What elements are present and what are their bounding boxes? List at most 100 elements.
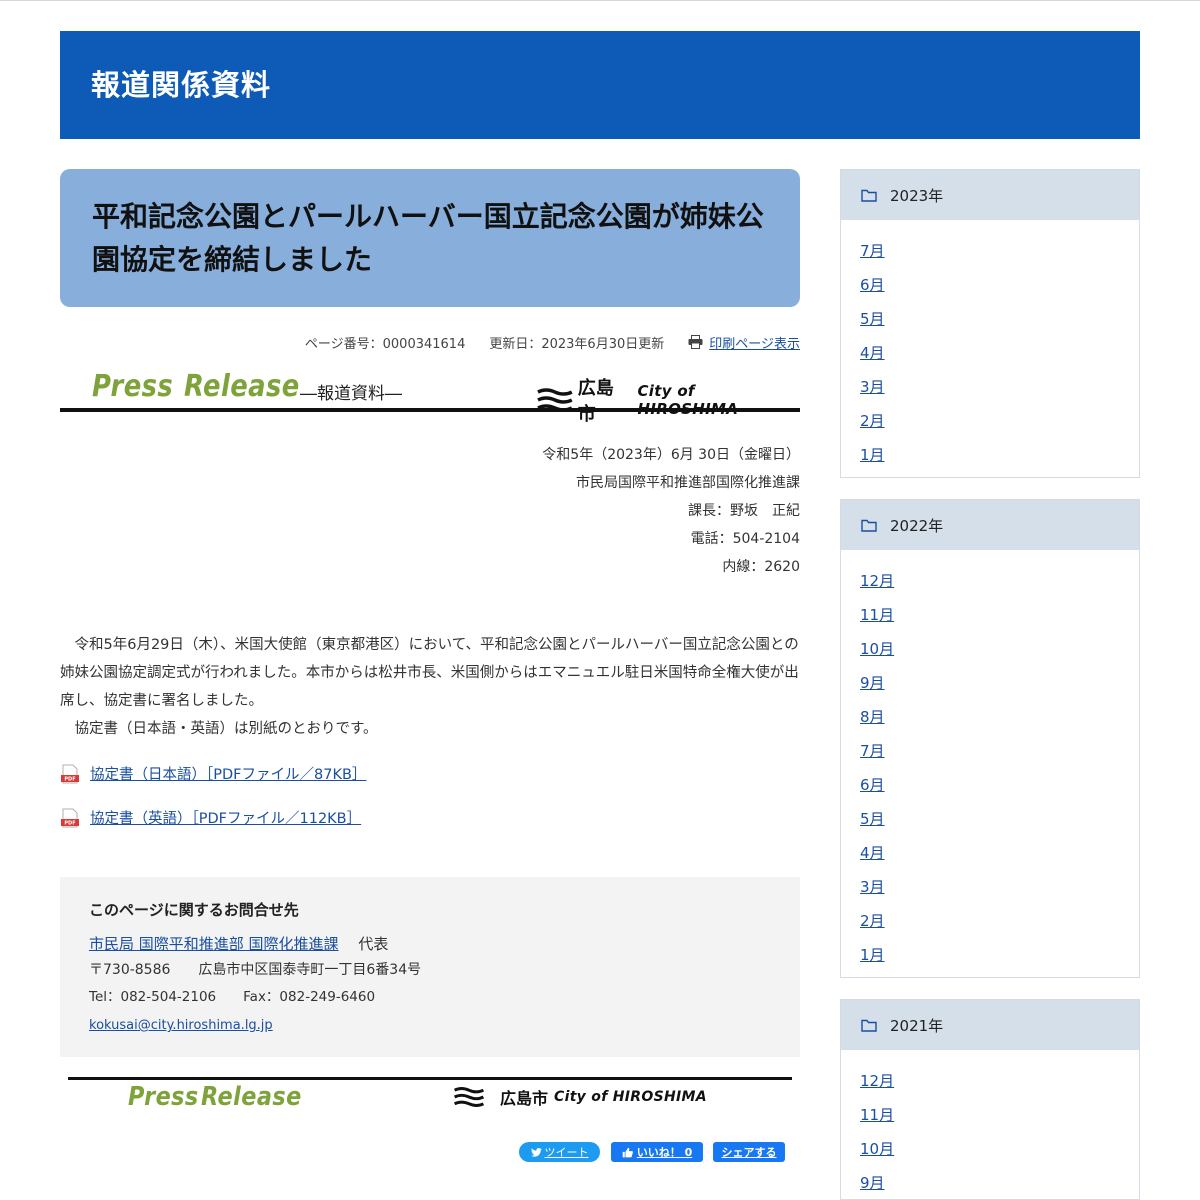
- year-header: 2023年: [841, 170, 1139, 220]
- month-item: 2月: [860, 909, 1139, 943]
- month-link[interactable]: 8月: [860, 708, 885, 726]
- page-number: ページ番号：0000341614: [304, 336, 466, 352]
- month-link[interactable]: 11月: [860, 1106, 894, 1124]
- month-link[interactable]: 2月: [860, 412, 885, 430]
- month-link[interactable]: 3月: [860, 378, 885, 396]
- article-title-box: 平和記念公園とパールハーバー国立記念公園が姉妹公園協定を締結しました: [60, 169, 800, 307]
- contact-tel-fax: Tel：082-504-2106 Fax：082-249-6460: [89, 989, 376, 1005]
- month-link[interactable]: 9月: [860, 674, 885, 692]
- month-item: 2月: [860, 409, 1139, 443]
- month-item: 1月: [860, 443, 1139, 477]
- year-header: 2021年: [841, 1000, 1139, 1050]
- year-box-2021: 2021年 12月 11月 10月 9月: [840, 999, 1140, 1200]
- month-link[interactable]: 7月: [860, 742, 885, 760]
- month-item: 11月: [860, 1103, 1139, 1137]
- pdf-icon: PDF: [61, 764, 79, 783]
- city-mark: 広島市 City of HIROSHIMA: [536, 374, 800, 426]
- city-name-jp: 広島市: [500, 1089, 549, 1108]
- month-item: 5月: [860, 307, 1139, 341]
- month-link[interactable]: 12月: [860, 1072, 894, 1090]
- year-box-2022: 2022年 12月 11月 10月 9月 8月 7月 6月 5月 4月 3月 2…: [840, 499, 1140, 978]
- page-meta: ページ番号：0000341614 更新日：2023年6月30日更新 印刷ページ表…: [305, 332, 800, 352]
- pdf-icon: PDF: [61, 808, 79, 827]
- month-link[interactable]: 11月: [860, 606, 894, 624]
- month-link[interactable]: 1月: [860, 946, 885, 964]
- month-link[interactable]: 4月: [860, 844, 885, 862]
- month-link[interactable]: 5月: [860, 310, 885, 328]
- month-link[interactable]: 7月: [860, 242, 885, 260]
- thumbs-up-icon: [622, 1147, 633, 1157]
- printer-icon[interactable]: [688, 335, 703, 349]
- month-link[interactable]: 5月: [860, 810, 885, 828]
- print-page-link[interactable]: 印刷ページ表示: [709, 333, 800, 352]
- month-item: 7月: [860, 239, 1139, 273]
- month-item: 10月: [860, 637, 1139, 671]
- city-mark: 広島市 City of HIROSHIMA: [452, 1085, 707, 1109]
- year-box-2023: 2023年 7月 6月 5月 4月 3月 2月 1月: [840, 169, 1140, 478]
- folder-icon: [861, 189, 877, 202]
- city-name-en: City of HIROSHIMA: [637, 382, 738, 418]
- sender-phone: 電話：504-2104: [690, 531, 800, 547]
- contact-box: このページに関するお問合せ先 市民局 国際平和推進部 国際化推進課 代表 〒73…: [60, 877, 800, 1057]
- tweet-button[interactable]: ツイート: [519, 1142, 600, 1162]
- month-link[interactable]: 2月: [860, 912, 885, 930]
- attachment-link-english[interactable]: 協定書（英語）［PDFファイル／112KB］: [90, 807, 361, 828]
- site-header: 報道関係資料: [60, 31, 1140, 139]
- hiroshima-city-logo-icon: [453, 1087, 485, 1107]
- attachment-item: PDF 協定書（英語）［PDFファイル／112KB］: [60, 807, 361, 828]
- month-link[interactable]: 1月: [860, 446, 885, 464]
- month-item: 3月: [860, 375, 1139, 409]
- release-word: Release: [184, 369, 300, 404]
- page-category-title: 報道関係資料: [91, 68, 272, 102]
- facebook-share-button[interactable]: シェアする: [713, 1142, 785, 1162]
- twitter-bird-icon: [530, 1147, 542, 1157]
- contact-department-link[interactable]: 市民局 国際平和推進部 国際化推進課: [89, 935, 339, 953]
- press-word: Press: [128, 1082, 199, 1112]
- tweet-label: ツイート: [544, 1146, 589, 1159]
- month-link[interactable]: 6月: [860, 776, 885, 794]
- svg-text:PDF: PDF: [64, 776, 75, 782]
- body-paragraph: 協定書（日本語・英語）は別紙のとおりです。: [60, 721, 378, 737]
- year-label: 2023年: [890, 186, 944, 205]
- month-link[interactable]: 10月: [860, 1140, 894, 1158]
- city-name-en: City of HIROSHIMA: [554, 1089, 707, 1105]
- month-link[interactable]: 3月: [860, 878, 885, 896]
- month-link[interactable]: 4月: [860, 344, 885, 362]
- month-item: 9月: [860, 671, 1139, 705]
- sender-info: 令和5年（2023年）6月 30日（金曜日） 市民局国際平和推進部国際化推進課 …: [542, 441, 800, 581]
- release-word: Release: [201, 1082, 302, 1112]
- folder-icon: [861, 519, 877, 532]
- month-link[interactable]: 12月: [860, 572, 894, 590]
- year-label: 2022年: [890, 516, 944, 535]
- attachment-link-japanese[interactable]: 協定書（日本語）［PDFファイル／87KB］: [90, 763, 366, 784]
- month-item: 6月: [860, 273, 1139, 307]
- month-item: 8月: [860, 705, 1139, 739]
- month-item: 12月: [860, 569, 1139, 603]
- city-name-jp: 広島市: [577, 378, 614, 425]
- contact-email-link[interactable]: kokusai@city.hiroshima.lg.jp: [89, 1018, 273, 1033]
- body-paragraph: 令和5年6月29日（木）、米国大使館（東京都港区）において、平和記念公園とパール…: [60, 637, 799, 709]
- press-subtitle: ―報道資料―: [300, 384, 402, 404]
- month-item: 7月: [860, 739, 1139, 773]
- sender-extension: 内線：2620: [722, 559, 800, 575]
- article-title: 平和記念公園とパールハーバー国立記念公園が姉妹公園協定を締結しました: [92, 200, 764, 276]
- month-item: 11月: [860, 603, 1139, 637]
- month-list: 12月 11月 10月 9月: [841, 1050, 1139, 1200]
- footer-rule: [68, 1077, 792, 1080]
- press-release-banner: Press Release ―報道資料― 広島市 City of HIROSHI…: [60, 367, 800, 425]
- month-item: 5月: [860, 807, 1139, 841]
- month-item: 1月: [860, 943, 1139, 977]
- svg-text:PDF: PDF: [64, 820, 75, 826]
- updated-date: 更新日：2023年6月30日更新: [489, 336, 665, 352]
- month-link[interactable]: 6月: [860, 276, 885, 294]
- month-item: 12月: [860, 1069, 1139, 1103]
- top-border: [0, 0, 1200, 1]
- month-link[interactable]: 9月: [860, 1174, 885, 1192]
- year-header: 2022年: [841, 500, 1139, 550]
- sender-department: 市民局国際平和推進部国際化推進課: [576, 475, 800, 491]
- month-list: 12月 11月 10月 9月 8月 7月 6月 5月 4月 3月 2月 1月: [841, 550, 1139, 977]
- like-button[interactable]: いいね！ 0: [611, 1142, 703, 1162]
- contact-heading: このページに関するお問合せ先: [89, 901, 299, 919]
- month-link[interactable]: 10月: [860, 640, 894, 658]
- share-label: シェアする: [721, 1146, 777, 1159]
